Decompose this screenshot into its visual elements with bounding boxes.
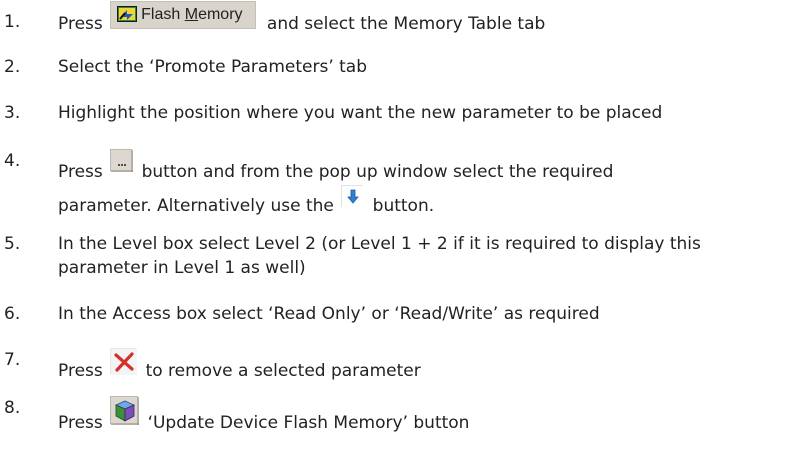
flash-memory-button[interactable]: Flash Memory [110, 1, 256, 29]
step-text: parameter. Alternatively use the [58, 196, 334, 216]
remove-parameter-button[interactable] [110, 348, 138, 375]
instruction-list: 1. Press Flash Memory and select the Mem… [0, 0, 794, 472]
step-number: 2. [4, 57, 21, 77]
step-text: Press [58, 162, 103, 182]
update-device-icon [111, 397, 140, 425]
step-text: button and from the pop up window select… [141, 162, 614, 182]
flash-memory-icon [117, 5, 138, 22]
step-text: to remove a selected parameter [145, 361, 421, 381]
red-cross-icon [111, 349, 138, 375]
step-text: Press [58, 361, 103, 381]
step-text: Press [58, 413, 103, 433]
update-device-flash-button[interactable] [110, 396, 140, 425]
step-text: and select the Memory Table tab [266, 14, 546, 34]
ellipsis-button-icon [111, 150, 134, 172]
step-number: 6. [4, 304, 21, 324]
step-text: In the Access box select ‘Read Only’ or … [58, 304, 600, 324]
step-number: 3. [4, 103, 21, 123]
step-text: Press [58, 14, 103, 34]
browse-parameter-button[interactable] [110, 149, 134, 172]
step-number: 4. [4, 151, 21, 171]
step-number: 7. [4, 350, 21, 370]
step-text: button. [372, 196, 435, 216]
step-text: In the Level box select Level 2 (or Leve… [58, 234, 701, 278]
blue-down-arrow-icon [342, 186, 365, 208]
step-number: 1. [4, 12, 21, 32]
step-number: 5. [4, 234, 21, 254]
step-number: 8. [4, 398, 21, 418]
step-text: ‘Update Device Flash Memory’ button [147, 413, 470, 433]
step-text: Select the ‘Promote Parameters’ tab [58, 57, 367, 77]
insert-parameter-button[interactable] [341, 185, 365, 208]
step-text: Highlight the position where you want th… [58, 103, 663, 123]
